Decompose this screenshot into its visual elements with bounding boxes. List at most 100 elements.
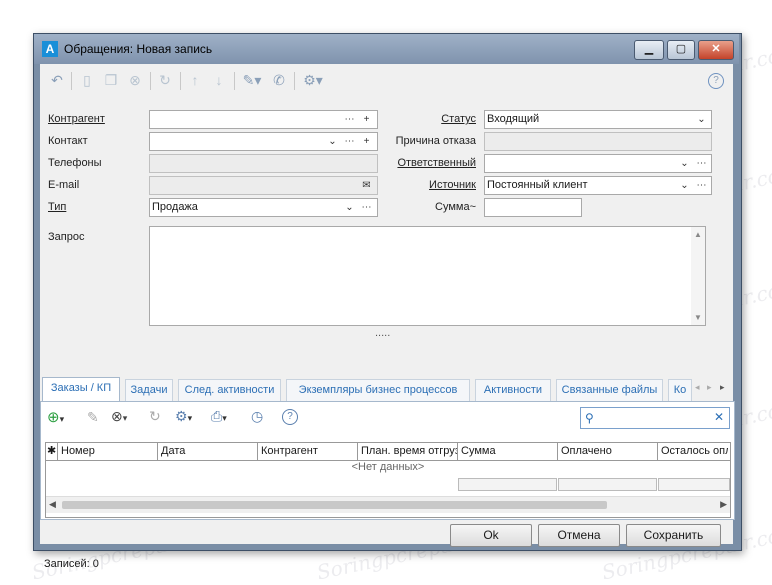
- contact-field[interactable]: ⌄ ⋯ +: [149, 132, 378, 151]
- dialog-client: ↶ ▯ ❐ ⊗ ↻ ↑ ↓ ✎▾ ✆ ⚙▾ ? Контрагент Конта…: [40, 64, 735, 570]
- summary-cell: [658, 478, 730, 491]
- help-icon[interactable]: ?: [708, 73, 724, 89]
- tab-tasks[interactable]: Задачи: [125, 379, 173, 402]
- scroll-right-icon[interactable]: ▶: [720, 499, 727, 510]
- responsible-select[interactable]: ⌄ ⋯: [484, 154, 712, 173]
- scroll-down-icon[interactable]: ▼: [694, 313, 702, 322]
- label-refusal-reason: Причина отказа: [395, 135, 476, 147]
- chevron-down-icon[interactable]: ⌄: [678, 155, 691, 172]
- add-icon[interactable]: +: [360, 111, 373, 128]
- summary-cell: [558, 478, 657, 491]
- textarea-scrollbar[interactable]: ▲ ▼: [691, 227, 705, 325]
- tab-scroll-left-icon[interactable]: ◂: [695, 382, 700, 393]
- column-amount[interactable]: Сумма: [458, 443, 558, 460]
- scroll-left-icon[interactable]: ◀: [49, 499, 56, 510]
- refresh-icon[interactable]: ↻: [149, 408, 161, 425]
- label-counterparty[interactable]: Контрагент: [48, 113, 105, 125]
- more-icon[interactable]: ⋯: [343, 133, 356, 150]
- toolbar: ↶ ▯ ❐ ⊗ ↻ ↑ ↓ ✎▾ ✆ ⚙▾ ?: [40, 64, 733, 96]
- label-contact: Контакт: [48, 135, 88, 147]
- request-textarea[interactable]: ▲ ▼: [149, 226, 706, 326]
- tab-more[interactable]: Ко: [668, 379, 692, 402]
- grid-header: ✱ Номер Дата Контрагент План. время отгр…: [46, 443, 730, 461]
- amount-field[interactable]: [484, 198, 582, 217]
- delete-icon[interactable]: ⊗: [126, 71, 144, 89]
- minimize-button[interactable]: ▁: [634, 40, 664, 60]
- chevron-down-icon[interactable]: ⌄: [326, 133, 339, 150]
- cancel-button[interactable]: Отмена: [538, 524, 620, 547]
- search-input[interactable]: ⚲ ✕: [580, 407, 730, 429]
- envelope-icon[interactable]: ✉: [360, 177, 373, 194]
- toolbar-separator: [71, 72, 72, 90]
- more-icon[interactable]: ⋯: [695, 177, 708, 194]
- title-bar[interactable]: A Обращения: Новая запись ▁ ▢ ✕: [34, 34, 739, 64]
- app-icon: A: [42, 41, 58, 57]
- chevron-down-icon[interactable]: ⌄: [695, 111, 708, 128]
- tab-next-activities[interactable]: След. активности: [178, 379, 281, 402]
- scrollbar-thumb[interactable]: [62, 501, 607, 509]
- more-icon[interactable]: ⋯: [360, 199, 373, 216]
- status-select[interactable]: Входящий ⌄: [484, 110, 712, 129]
- arrow-up-icon[interactable]: ↑: [186, 71, 204, 89]
- phone-icon[interactable]: ✆: [270, 71, 288, 89]
- tab-linked-files[interactable]: Связанные файлы: [556, 379, 663, 402]
- ok-button[interactable]: Ok: [450, 524, 532, 547]
- scroll-up-icon[interactable]: ▲: [694, 230, 702, 239]
- chevron-down-icon[interactable]: ⌄: [343, 199, 356, 216]
- records-count: Записей: 0: [44, 558, 99, 570]
- maximize-button[interactable]: ▢: [667, 40, 695, 60]
- column-date[interactable]: Дата: [158, 443, 258, 460]
- column-shipment-time[interactable]: План. время отгрузки: [358, 443, 458, 460]
- clear-search-icon[interactable]: ✕: [714, 409, 724, 426]
- search-icon: ⚲: [585, 411, 594, 425]
- close-button[interactable]: ✕: [698, 40, 734, 60]
- label-source[interactable]: Источник: [380, 179, 476, 191]
- tab-orders[interactable]: Заказы / КП: [42, 377, 120, 402]
- help-icon[interactable]: ?: [282, 409, 298, 425]
- column-number[interactable]: Номер: [58, 443, 158, 460]
- email-field: ✉: [149, 176, 378, 195]
- label-phones: Телефоны: [48, 157, 102, 169]
- tab-activities[interactable]: Активности: [475, 379, 551, 402]
- more-icon[interactable]: ⋯: [343, 111, 356, 128]
- orders-grid[interactable]: ✱ Номер Дата Контрагент План. время отгр…: [45, 442, 731, 518]
- window-title: Обращения: Новая запись: [64, 42, 213, 56]
- column-counterparty[interactable]: Контрагент: [258, 443, 358, 460]
- copy-icon[interactable]: ❐: [102, 71, 120, 89]
- counterparty-field[interactable]: ⋯ +: [149, 110, 378, 129]
- new-document-icon[interactable]: ▯: [78, 71, 96, 89]
- back-icon[interactable]: ↶: [48, 71, 66, 89]
- more-icon[interactable]: ⋯: [695, 155, 708, 172]
- source-select[interactable]: Постоянный клиент ⌄ ⋯: [484, 176, 712, 195]
- settings-menu-icon[interactable]: ⚙▾: [300, 71, 326, 89]
- horizontal-scrollbar[interactable]: ◀ ▶: [46, 496, 730, 513]
- print-icon[interactable]: ⎙▾: [211, 408, 227, 425]
- orders-panel: ⊕▾ ✎ ⊗▾ ↻ ⚙▾ ⎙▾ ◷ ? ⚲ ✕ ✱ Номер Дата Кон…: [40, 401, 735, 520]
- save-button[interactable]: Сохранить: [626, 524, 721, 547]
- refresh-icon[interactable]: ↻: [156, 71, 174, 89]
- column-remaining[interactable]: Осталось оплатить: [658, 443, 728, 460]
- close-icon: ✕: [711, 43, 721, 55]
- history-icon[interactable]: ◷: [251, 408, 263, 425]
- label-responsible[interactable]: Ответственный: [380, 157, 476, 169]
- splitter-handle[interactable]: .....: [375, 327, 390, 339]
- chevron-down-icon[interactable]: ⌄: [678, 177, 691, 194]
- tab-list-icon[interactable]: ▸: [720, 382, 725, 393]
- label-amount: Сумма~: [435, 201, 476, 213]
- add-record-icon[interactable]: ⊕▾: [47, 408, 64, 426]
- label-type[interactable]: Тип: [48, 201, 66, 213]
- label-email: E-mail: [48, 179, 80, 191]
- arrow-down-icon[interactable]: ↓: [210, 71, 228, 89]
- tab-bp-instances[interactable]: Экземпляры бизнес процессов: [286, 379, 470, 402]
- row-selector-icon[interactable]: ✱: [46, 443, 58, 460]
- edit-icon[interactable]: ✎: [87, 409, 99, 426]
- column-paid[interactable]: Оплачено: [558, 443, 658, 460]
- label-status[interactable]: Статус: [380, 113, 476, 125]
- type-select[interactable]: Продажа ⌄ ⋯: [149, 198, 378, 217]
- add-icon[interactable]: +: [360, 133, 373, 150]
- tab-scroll-right-icon[interactable]: ▸: [707, 382, 712, 393]
- delete-record-icon[interactable]: ⊗▾: [111, 408, 127, 425]
- empty-grid-text: <Нет данных>: [351, 461, 425, 473]
- settings-icon[interactable]: ⚙▾: [175, 408, 192, 425]
- edit-menu-icon[interactable]: ✎▾: [240, 71, 264, 89]
